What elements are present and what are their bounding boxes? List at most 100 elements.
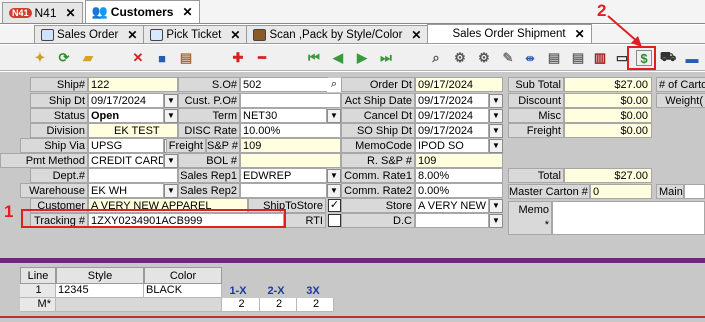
delete-icon[interactable]: ✕	[130, 50, 146, 66]
ship-to-store-checkbox[interactable]: ✓	[328, 199, 341, 212]
new-icon[interactable]: ✦	[32, 50, 48, 66]
chevron-down-icon[interactable]: ▼	[164, 184, 178, 198]
chevron-down-icon[interactable]: ▼	[489, 109, 503, 123]
tab-sales-order[interactable]: Sales Order ✕	[34, 25, 145, 43]
disc-rate-field[interactable]: 10.00%	[240, 123, 341, 138]
dc-field[interactable]	[415, 213, 489, 228]
close-icon[interactable]: ✕	[127, 28, 137, 42]
note-icon[interactable]: ✎	[500, 50, 516, 66]
total-label: Total	[508, 168, 564, 183]
barcode-icon[interactable]: ▥	[592, 50, 608, 66]
split-icon[interactable]: ⇹	[522, 50, 538, 66]
chevron-down-icon[interactable]: ▼	[327, 184, 341, 198]
refresh-icon[interactable]: ⟳	[56, 50, 72, 66]
tab-n41[interactable]: N41 N41 ✕	[2, 2, 83, 23]
warehouse-field[interactable]: EK WH	[88, 183, 164, 198]
chevron-down-icon[interactable]: ▼	[489, 199, 503, 213]
save-icon[interactable]: ■	[154, 50, 170, 66]
open-icon[interactable]: ▰	[80, 50, 96, 66]
discount-value: $0.00	[564, 93, 652, 108]
memo-field[interactable]	[552, 201, 705, 235]
close-icon[interactable]: ✕	[411, 28, 421, 42]
truck-icon[interactable]: ⛟	[660, 49, 676, 66]
chevron-down-icon[interactable]: ▼	[327, 109, 341, 123]
chevron-down-icon[interactable]: ▼	[327, 169, 341, 183]
sales-rep1-field[interactable]: EDWREP	[240, 168, 327, 183]
cust-po-field[interactable]	[240, 93, 341, 108]
comm-rate1-field[interactable]: 8.00%	[415, 168, 503, 183]
grid-size-qty[interactable]: 2	[297, 298, 334, 312]
prev-icon[interactable]: ◀	[330, 50, 346, 66]
n41-logo-icon: N41	[9, 8, 32, 18]
chevron-down-icon[interactable]: ▼	[489, 124, 503, 138]
chevron-down-icon[interactable]: ▼	[164, 109, 178, 123]
annotation-arrow	[607, 15, 642, 47]
grid-cell-style[interactable]: 12345	[56, 284, 144, 298]
close-icon[interactable]: ✕	[66, 6, 76, 20]
tab-scan-pack[interactable]: Scan ,Pack by Style/Color ✕	[246, 25, 429, 43]
gear-icon[interactable]: ⚙	[476, 50, 492, 66]
ship-no-field[interactable]: 122	[88, 77, 178, 92]
pmt-method-field[interactable]: CREDIT CARD	[88, 153, 164, 168]
close-icon[interactable]: ✕	[575, 27, 585, 41]
size-label-1x: 1-X	[229, 285, 247, 297]
r-sp-field[interactable]: 109	[415, 153, 503, 168]
size-label-2x: 2-X	[267, 285, 285, 297]
print-icon[interactable]: ▤	[570, 50, 586, 66]
grid-header-line: Line	[20, 267, 56, 284]
dept-field[interactable]	[88, 168, 178, 183]
ship-via-field[interactable]: UPSG	[88, 138, 164, 153]
order-dt-field[interactable]: 09/17/2024	[415, 77, 503, 92]
print-icon[interactable]: ▤	[178, 50, 194, 66]
master-carton-field[interactable]: 0	[590, 184, 652, 199]
chevron-down-icon[interactable]: ▼	[164, 154, 178, 168]
main-label: Main	[656, 184, 684, 199]
freight-value[interactable]: $0.00	[564, 123, 652, 138]
bol-field[interactable]	[240, 153, 341, 168]
remove-icon[interactable]: ━	[254, 50, 270, 66]
chevron-down-icon[interactable]: ▼	[164, 94, 178, 108]
division-field[interactable]: EK TEST	[88, 123, 178, 138]
num-cartons-label: # of Carto	[656, 77, 705, 92]
cancel-dt-field[interactable]: 09/17/2024	[415, 108, 489, 123]
comm-rate2-field[interactable]: 0.00%	[415, 183, 503, 198]
chevron-down-icon[interactable]: ▼	[489, 139, 503, 153]
scan-pack-icon	[253, 28, 267, 41]
card-icon[interactable]: ▬	[684, 50, 700, 66]
main-field[interactable]	[684, 184, 705, 199]
tab-customers-label: Customers	[110, 5, 174, 19]
sp-no-field[interactable]: 109	[240, 138, 341, 153]
tab-customers[interactable]: 👥 Customers ✕	[84, 0, 200, 23]
next-icon[interactable]: ▶	[354, 50, 370, 66]
last-icon[interactable]: ⏭	[378, 50, 394, 66]
search-icon[interactable]: ⌕	[327, 78, 341, 92]
status-field[interactable]: Open	[88, 108, 164, 123]
grid-size-qty[interactable]: 2	[260, 298, 297, 312]
misc-value[interactable]: $0.00	[564, 108, 652, 123]
rti-checkbox[interactable]	[328, 214, 341, 227]
tab-pick-ticket[interactable]: Pick Ticket ✕	[143, 25, 248, 43]
store-field[interactable]: A VERY NEW A	[415, 198, 489, 213]
add-icon[interactable]: ✚	[230, 50, 246, 66]
r-sp-label: R. S&P #	[341, 153, 415, 168]
sales-rep2-field[interactable]	[240, 183, 327, 198]
first-icon[interactable]: ⏮	[306, 50, 322, 66]
so-ship-dt-field[interactable]: 09/17/2024	[415, 123, 489, 138]
grid-cell-color[interactable]: BLACK	[144, 284, 222, 298]
so-no-field[interactable]: 502	[240, 77, 328, 92]
term-field[interactable]: NET30	[240, 108, 327, 123]
close-icon[interactable]: ✕	[182, 5, 192, 19]
act-ship-date-field[interactable]: 09/17/2024	[415, 93, 489, 108]
search-icon[interactable]: ⌕	[428, 50, 444, 66]
tab-sales-order-shipment[interactable]: Sales Order Shipment ✕	[427, 24, 592, 43]
ship-dt-field[interactable]: 09/17/2024	[88, 93, 164, 108]
close-icon[interactable]: ✕	[230, 28, 240, 42]
memo-code-field[interactable]: IPOD SO	[415, 138, 489, 153]
gear-icon[interactable]: ⚙	[452, 50, 468, 66]
print-icon[interactable]: ▤	[546, 50, 562, 66]
warehouse-label: Warehouse	[20, 183, 88, 198]
chevron-down-icon[interactable]: ▼	[489, 214, 503, 228]
grid-header-style: Style	[56, 267, 144, 284]
grid-size-qty[interactable]: 2	[222, 298, 260, 312]
chevron-down-icon[interactable]: ▼	[489, 94, 503, 108]
